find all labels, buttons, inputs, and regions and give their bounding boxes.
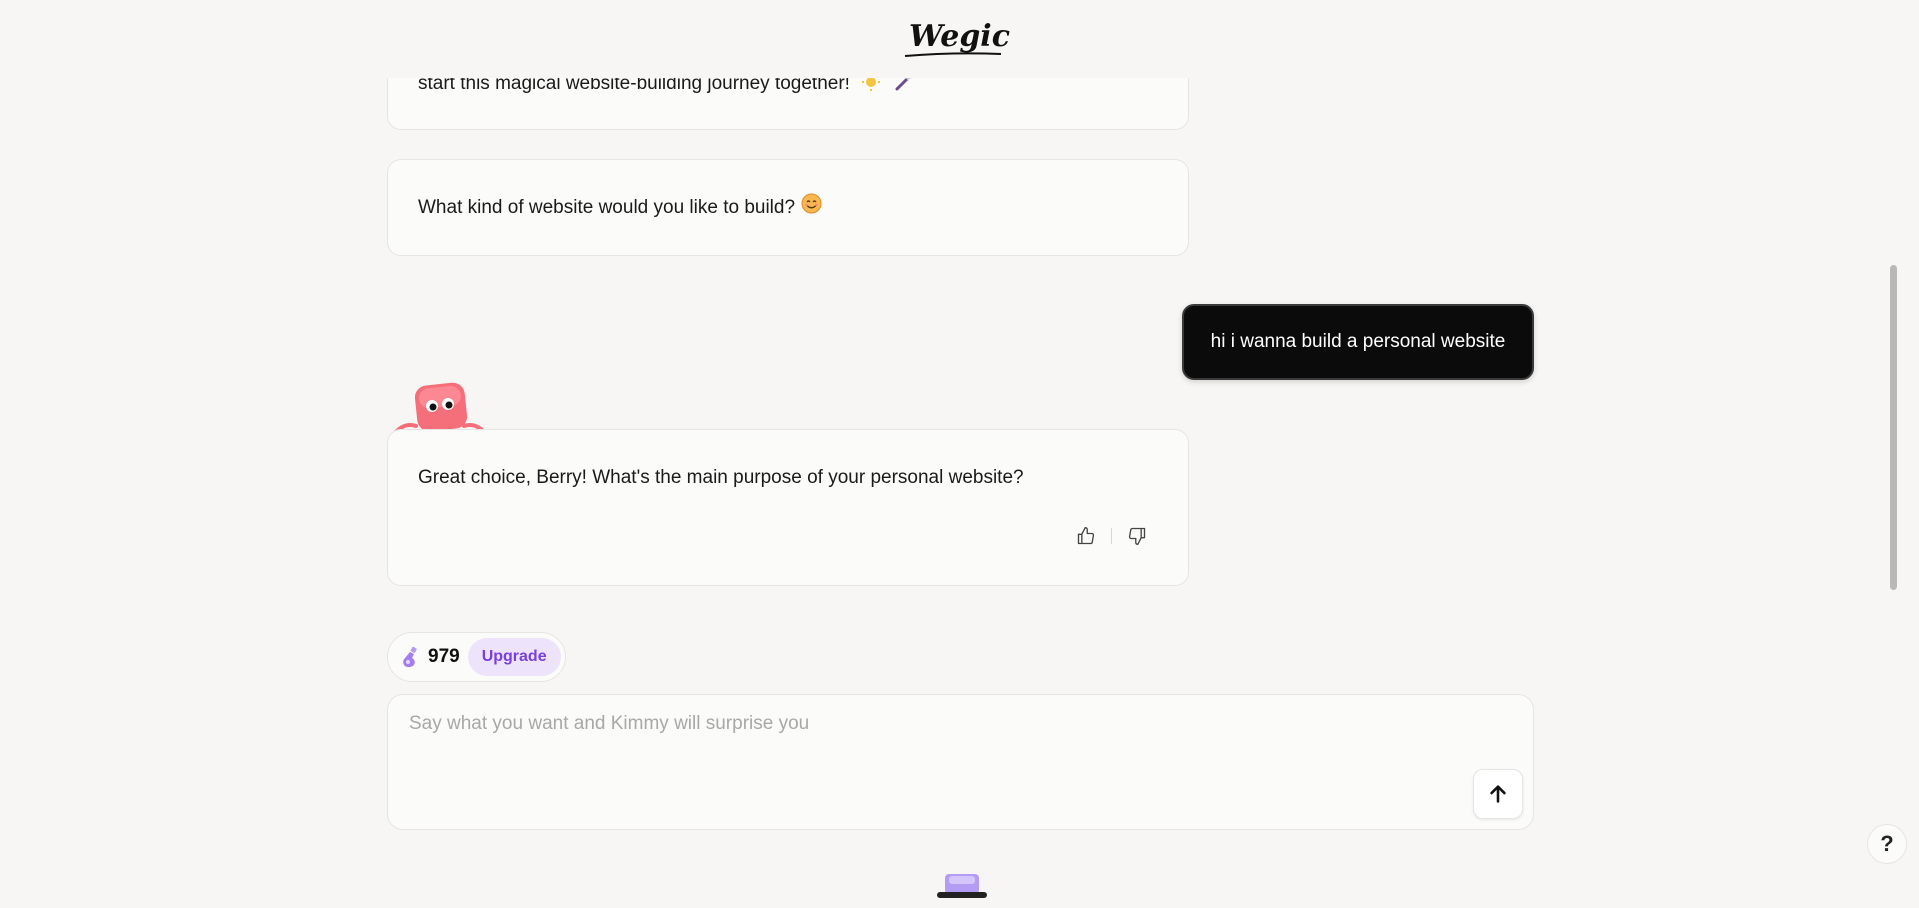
upgrade-button[interactable]: Upgrade [467,638,561,676]
feedback-divider [1111,528,1112,544]
thumbs-down-button[interactable] [1126,525,1148,547]
scrollbar-thumb[interactable] [1890,265,1897,590]
app-page: Wegic start this magical website-buildin… [0,0,1919,908]
logo-swoosh-icon [904,51,1002,57]
logo-text: Wegic [909,18,1010,54]
arrow-up-icon [1490,785,1506,803]
message-text: Great choice, Berry! What's the main pur… [418,467,1024,488]
help-button[interactable]: ? [1867,824,1907,864]
chat-thread: start this magical website-building jour… [0,0,1919,908]
message-text: What kind of website would you like to b… [418,196,796,218]
message-text: hi i wanna build a personal website [1210,331,1506,352]
send-button[interactable] [1473,769,1523,819]
header: Wegic [0,0,1919,78]
prompt-input-container [387,694,1534,830]
thumbs-up-icon [1077,527,1095,545]
user-message: hi i wanna build a personal website [1182,304,1534,380]
thumbs-down-icon [1128,527,1146,545]
credits-pill: 979 Upgrade [387,632,566,682]
message-feedback [1075,525,1148,547]
wegic-logo[interactable]: Wegic [904,18,1010,57]
mascot-peek-icon [937,874,987,898]
thumbs-up-button[interactable] [1075,525,1097,547]
assistant-message: Great choice, Berry! What's the main pur… [387,429,1189,586]
potion-bottle-icon [403,646,417,668]
smile-icon [801,193,822,222]
assistant-message: What kind of website would you like to b… [387,159,1189,256]
prompt-input[interactable] [407,711,1411,775]
credits-count: 979 [428,646,460,667]
